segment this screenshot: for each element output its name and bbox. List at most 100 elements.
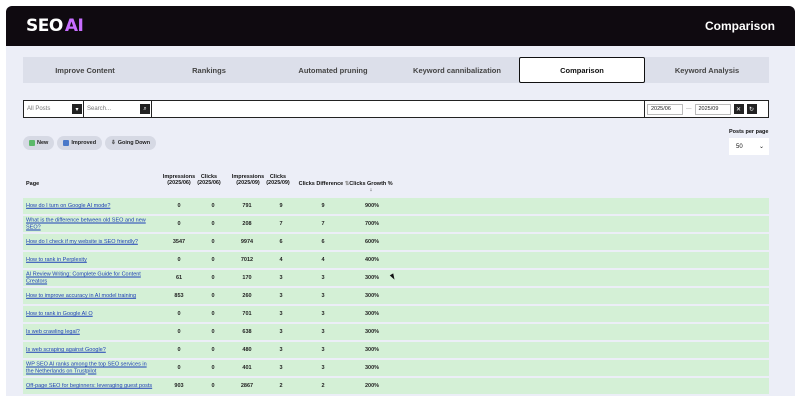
chip-going-down[interactable]: ⇩ Going Down — [105, 136, 157, 150]
logo-ai-text: AI — [64, 16, 84, 36]
page-link[interactable]: How do I check if my website is SEO frie… — [26, 239, 154, 246]
page-link[interactable]: How do I turn on Google AI mode? — [26, 203, 154, 210]
posts-select[interactable]: All Posts ▾ — [24, 101, 84, 117]
sort-desc-icon[interactable]: ↓ — [370, 187, 373, 193]
cell-clk2: 3 — [279, 275, 283, 281]
chart-icon — [63, 140, 70, 146]
leaf-icon — [29, 140, 35, 146]
col-clicks-difference-label: Clicks Difference — [298, 181, 344, 187]
cell-imp1: 0 — [177, 221, 181, 227]
table-body: How do I turn on Google AI mode? 0 0 791 9 9 9… — [23, 198, 769, 396]
cell-clk1: 0 — [211, 221, 215, 227]
chip-new-label: New — [37, 140, 49, 146]
cell-clk2: 3 — [279, 293, 283, 299]
chevron-down-icon: ⌄ — [758, 144, 764, 150]
cell-diff: 2 — [321, 383, 325, 389]
cell-clk2: 3 — [279, 365, 283, 371]
tab-keyword-analysis[interactable]: Keyword Analysis — [645, 57, 769, 83]
close-icon[interactable]: ✕ — [733, 104, 744, 114]
col-impressions-2[interactable]: Impressions (2025/09) — [228, 174, 268, 186]
cell-clk1: 0 — [211, 311, 215, 317]
posts-per-page-select[interactable]: 50 ⌄ — [729, 138, 769, 155]
cell-clk2: 9 — [279, 203, 283, 209]
col-page[interactable]: Page — [26, 181, 39, 187]
cell-diff: 3 — [321, 365, 325, 371]
cell-imp2: 480 — [242, 347, 252, 353]
search-placeholder: Search... — [87, 106, 112, 112]
col-clicks-growth[interactable]: Clicks Growth % ↓ — [348, 181, 394, 193]
cell-growth: 300% — [364, 329, 380, 335]
logo-seo-text: SEO — [26, 16, 63, 36]
chip-improved[interactable]: Improved — [57, 136, 103, 150]
table-row: How to improve accuracy in AI model trai… — [23, 288, 769, 304]
table-row: How to rank in Perplexity 0 0 7012 4 4 400% — [23, 252, 769, 268]
logo[interactable]: SEO AI — [26, 16, 84, 36]
cell-imp2: 170 — [242, 275, 252, 281]
cell-clk2: 7 — [279, 221, 283, 227]
cell-diff: 4 — [321, 257, 325, 263]
cell-diff: 3 — [321, 311, 325, 317]
cell-clk1: 0 — [211, 383, 215, 389]
chip-new[interactable]: New — [23, 136, 55, 150]
date-to-input[interactable]: 2025/09 — [694, 103, 731, 115]
cell-imp1: 0 — [177, 203, 181, 209]
cell-diff: 3 — [321, 275, 325, 281]
table-row: Is web crawling legal? 0 0 638 3 3 300% — [23, 324, 769, 340]
cell-imp1: 853 — [174, 293, 184, 299]
cell-clk1: 0 — [211, 239, 215, 245]
cell-growth: 600% — [364, 239, 380, 245]
chip-going-down-label: Going Down — [117, 140, 151, 146]
col-impressions-1[interactable]: Impressions (2025/06) — [159, 174, 199, 186]
page-link[interactable]: Off-page SEO for beginners: leveraging g… — [26, 383, 154, 390]
tab-keyword-cannibalization[interactable]: Keyword cannibalization — [395, 57, 519, 83]
cell-growth: 700% — [364, 221, 380, 227]
cell-imp1: 0 — [177, 257, 181, 263]
tab-improve-content[interactable]: Improve Content — [23, 57, 147, 83]
cell-imp1: 0 — [177, 365, 181, 371]
search-input[interactable]: Search... ⌕ — [84, 101, 152, 117]
cell-clk1: 0 — [211, 275, 215, 281]
cell-imp1: 0 — [177, 347, 181, 353]
table-row: Off-page SEO for beginners: leveraging g… — [23, 378, 769, 394]
page-link[interactable]: AI Review Writing: Complete Guide for Co… — [26, 272, 154, 285]
cell-clk2: 3 — [279, 329, 283, 335]
cell-clk2: 6 — [279, 239, 283, 245]
table-row: What is the difference between old SEO a… — [23, 216, 769, 232]
tab-rankings[interactable]: Rankings — [147, 57, 271, 83]
cell-growth: 400% — [364, 257, 380, 263]
cell-clk2: 2 — [279, 383, 283, 389]
page-link[interactable]: Is web crawling legal? — [26, 329, 154, 336]
refresh-icon[interactable]: ↻ — [746, 104, 757, 114]
cell-imp2: 791 — [242, 203, 252, 209]
date-range: 2025/06 — 2025/09 ✕ ↻ — [644, 101, 768, 117]
col-clicks-1[interactable]: Clicks (2025/06) — [194, 174, 224, 186]
cell-growth: 300% — [364, 293, 380, 299]
posts-select-value: All Posts — [27, 106, 51, 112]
page-link[interactable]: What is the difference between old SEO a… — [26, 218, 154, 231]
cell-growth: 200% — [364, 383, 380, 389]
search-icon[interactable]: ⌕ — [140, 104, 150, 114]
tab-comparison[interactable]: Comparison — [519, 57, 645, 83]
page-link[interactable]: WP SEO AI ranks among the top SEO servic… — [26, 362, 154, 375]
cell-imp2: 701 — [242, 311, 252, 317]
cell-clk1: 0 — [211, 203, 215, 209]
cell-clk2: 3 — [279, 311, 283, 317]
tab-automated-pruning[interactable]: Automated pruning — [271, 57, 395, 83]
cell-diff: 9 — [321, 203, 325, 209]
col-clicks-2[interactable]: Clicks (2025/09) — [263, 174, 293, 186]
date-from-input[interactable]: 2025/06 — [647, 103, 683, 115]
page-link[interactable]: How to rank in Perplexity — [26, 257, 154, 264]
cell-clk2: 4 — [279, 257, 283, 263]
cell-imp1: 0 — [177, 311, 181, 317]
cell-growth: 900% — [364, 203, 380, 209]
page-link[interactable]: How to rank in Google AI O — [26, 311, 154, 318]
cell-imp2: 638 — [242, 329, 252, 335]
cell-diff: 3 — [321, 293, 325, 299]
chevron-down-icon[interactable]: ▾ — [72, 104, 82, 114]
page-link[interactable]: How to improve accuracy in AI model trai… — [26, 293, 154, 300]
col-clicks-difference[interactable]: Clicks Difference ⇅ — [297, 181, 351, 187]
page-link[interactable]: Is web scraping against Google? — [26, 347, 154, 354]
table-row: How do I turn on Google AI mode? 0 0 791 9 9 9… — [23, 198, 769, 214]
posts-per-page-value: 50 — [736, 143, 743, 150]
cell-clk1: 0 — [211, 329, 215, 335]
